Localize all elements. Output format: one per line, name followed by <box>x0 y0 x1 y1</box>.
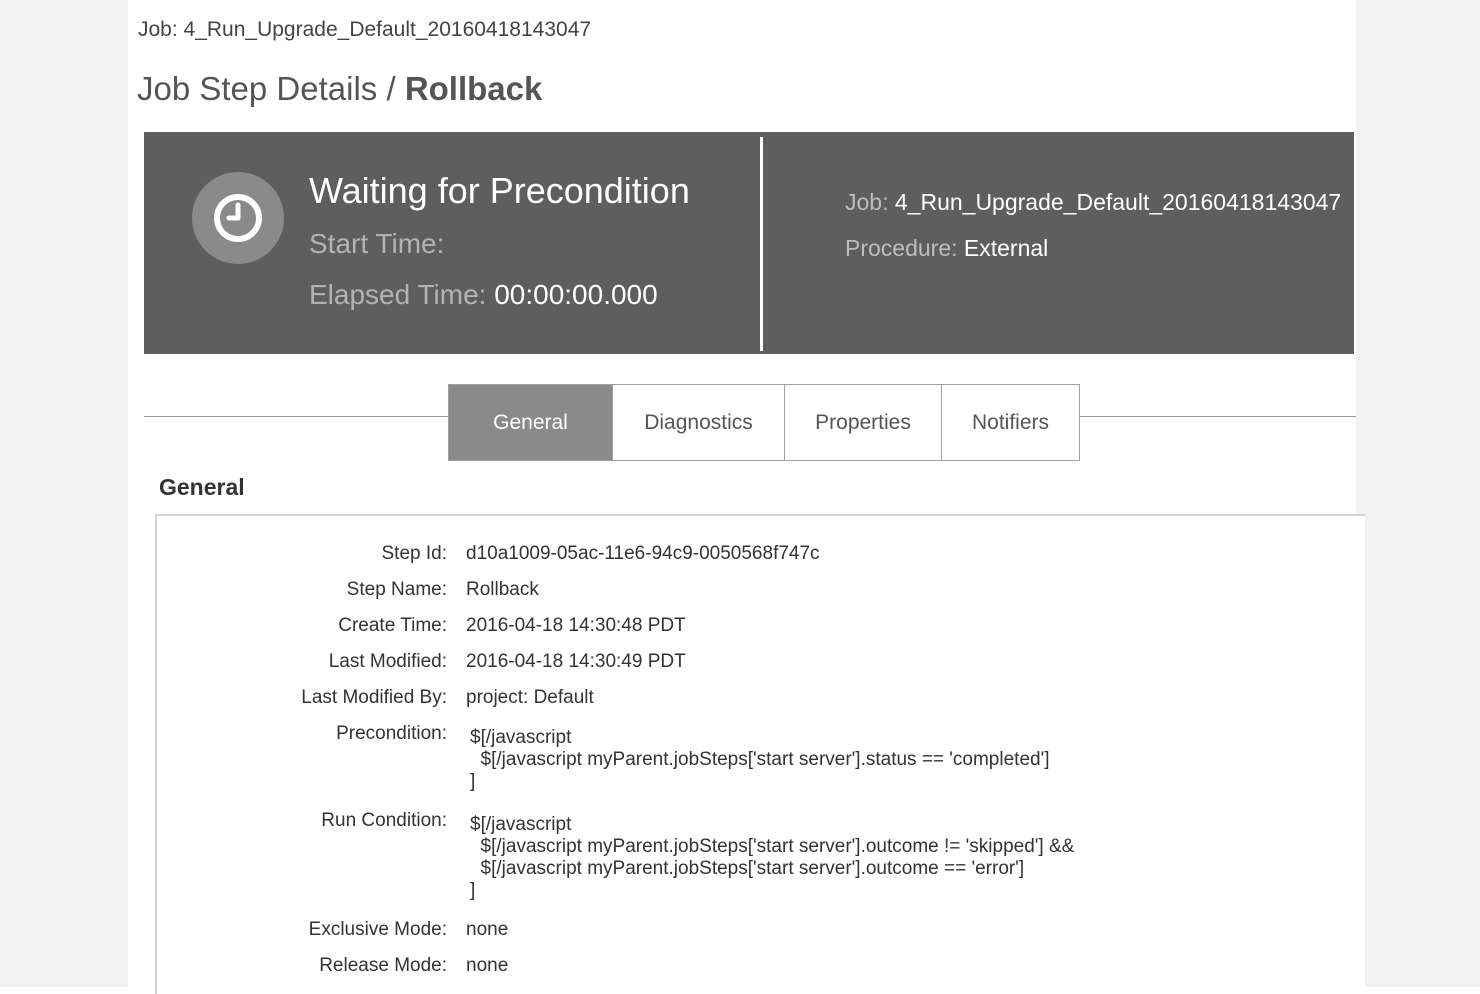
tab-bar: General Diagnostics Properties Notifiers <box>448 384 1080 461</box>
status-job-link[interactable]: 4_Run_Upgrade_Default_20160418143047 <box>895 189 1341 215</box>
detail-value: project: Default <box>466 687 594 708</box>
status-job-label: Job: <box>845 189 889 215</box>
detail-label: Exclusive Mode: <box>308 919 447 940</box>
page-title-prefix: Job Step Details / <box>137 70 405 107</box>
section-heading: General <box>159 474 245 500</box>
detail-label: Run Condition: <box>321 810 447 831</box>
detail-value: none <box>466 955 509 976</box>
status-title: Waiting for Precondition <box>309 170 690 211</box>
tab-general[interactable]: General <box>449 385 613 460</box>
detail-value: 2016-04-18 14:30:48 PDT <box>466 615 686 636</box>
clock-icon <box>192 172 284 264</box>
elapsed-time-label: Elapsed Time: <box>309 279 487 310</box>
detail-label: Create Time: <box>338 615 447 636</box>
detail-label: Last Modified By: <box>301 687 447 708</box>
status-procedure-link[interactable]: External <box>964 235 1048 261</box>
tabs-divider-right <box>1080 416 1356 417</box>
detail-label: Last Modified: <box>328 651 447 672</box>
detail-label: Release Mode: <box>319 955 447 976</box>
page-title: Job Step Details / Rollback <box>137 70 542 108</box>
status-procedure: Procedure: External <box>845 235 1048 262</box>
status-job: Job: 4_Run_Upgrade_Default_2016041814304… <box>845 189 1341 216</box>
detail-value: d10a1009-05ac-11e6-94c9-0050568f747c <box>466 543 820 564</box>
status-divider <box>760 137 763 351</box>
detail-label: Precondition: <box>336 723 447 744</box>
job-breadcrumb[interactable]: Job: 4_Run_Upgrade_Default_2016041814304… <box>138 18 591 42</box>
start-time-label: Start Time: <box>309 228 445 259</box>
detail-label: Step Id: <box>381 543 448 564</box>
tab-properties[interactable]: Properties <box>785 385 942 460</box>
tabs-divider-left <box>144 416 449 417</box>
tab-diagnostics[interactable]: Diagnostics <box>613 385 785 460</box>
detail-value: 2016-04-18 14:30:49 PDT <box>466 651 686 672</box>
status-panel: Waiting for Precondition Start Time: Ela… <box>144 132 1354 354</box>
details-panel: Step Id: d10a1009-05ac-11e6-94c9-0050568… <box>155 514 1365 994</box>
detail-value: none <box>466 919 509 940</box>
tab-notifiers[interactable]: Notifiers <box>942 385 1079 460</box>
detail-value: $[/javascript $[/javascript myParent.job… <box>470 814 1075 901</box>
elapsed-time-value: 00:00:00.000 <box>494 279 658 310</box>
page-title-step: Rollback <box>404 70 543 107</box>
detail-label: Step Name: <box>346 579 447 600</box>
start-time: Start Time: <box>309 228 444 260</box>
detail-value: $[/javascript $[/javascript myParent.job… <box>470 727 1050 792</box>
status-procedure-label: Procedure: <box>845 235 958 261</box>
elapsed-time: Elapsed Time: 00:00:00.000 <box>309 279 658 311</box>
detail-value: Rollback <box>466 579 539 600</box>
